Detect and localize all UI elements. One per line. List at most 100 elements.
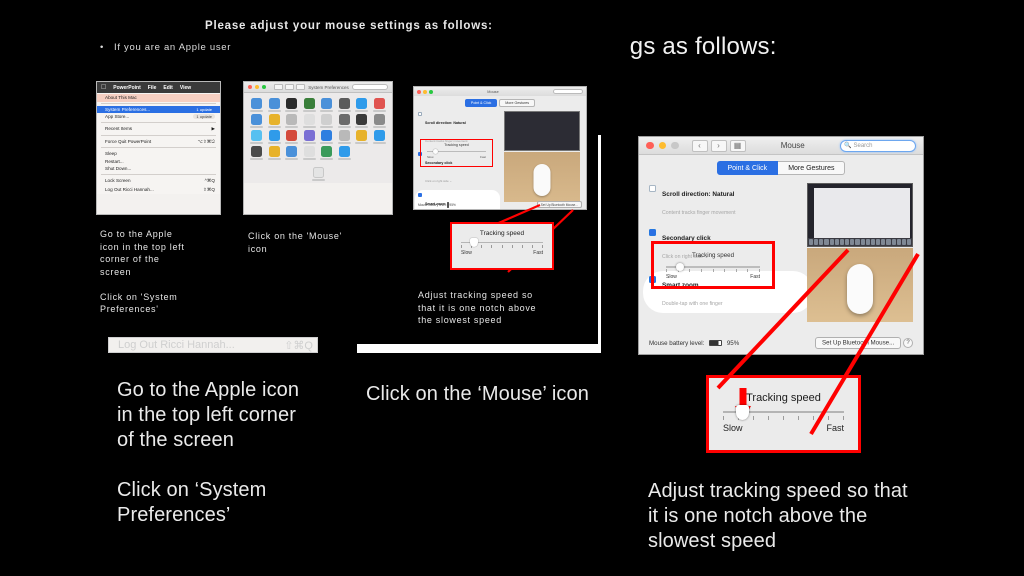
preference-icon-cell xyxy=(301,98,319,112)
preference-icon-label xyxy=(267,142,281,144)
zoom-icon xyxy=(429,89,433,94)
minimize-icon[interactable] xyxy=(658,141,666,150)
checkbox-icon[interactable] xyxy=(649,228,656,236)
search-input[interactable]: 🔍 Search xyxy=(840,139,916,152)
preference-icon xyxy=(321,114,333,125)
preference-icon-label xyxy=(337,142,351,144)
preference-icon-label xyxy=(320,126,334,128)
letterbox-right xyxy=(940,0,1024,576)
preference-icon xyxy=(286,146,298,157)
menu-divider xyxy=(101,134,216,136)
tracking-speed-slider xyxy=(461,238,543,247)
menubar-item-view: View xyxy=(174,84,191,91)
update-badge: 1 update xyxy=(193,114,215,120)
tracking-speed-label: Tracking speed xyxy=(479,230,525,237)
zoom-icon xyxy=(262,85,266,89)
close-icon xyxy=(248,85,252,89)
preferences-icon-grid xyxy=(244,93,392,165)
preference-icon-cell xyxy=(336,98,354,112)
search-input xyxy=(352,84,388,90)
preference-icon-cell xyxy=(266,98,284,112)
demo-screen xyxy=(807,183,913,247)
preference-icon-cell xyxy=(318,130,336,144)
menu-item-shut-down: Shut Down... xyxy=(105,166,132,172)
window-title: System Preferences xyxy=(308,84,349,90)
tab-bar[interactable]: Point & Click More Gestures xyxy=(639,161,923,175)
caption-step-1: Go to the Apple icon in the top left cor… xyxy=(117,379,300,526)
menu-item-log-out: Log Out Ricci Hannah... ⇧⌘Q xyxy=(105,186,215,192)
preference-icon-cell xyxy=(283,98,301,112)
slide-title-large-hidden: Please adjust your mouse settin xyxy=(283,33,630,60)
close-icon[interactable] xyxy=(646,141,654,150)
preference-icon xyxy=(373,114,385,125)
nav-buttons xyxy=(274,84,305,90)
menu-divider xyxy=(101,103,216,105)
nav-buttons[interactable]: ‹ › ▦ xyxy=(691,139,746,152)
preference-icon-cell xyxy=(318,114,336,128)
tracking-speed-label: Tracking speed xyxy=(444,143,469,147)
menu-divider xyxy=(101,122,216,124)
search-icon: 🔍 xyxy=(844,143,852,149)
checkbox-icon xyxy=(418,112,422,117)
preference-icon-label xyxy=(302,158,316,160)
preference-icon xyxy=(338,114,350,125)
preference-icon-cell xyxy=(248,146,266,160)
slide-title-large: Please adjust your mouse settings as fol… xyxy=(90,33,970,61)
menu-item-lock-screen: Lock Screen ^⌘Q xyxy=(105,178,215,184)
preference-icon xyxy=(373,130,385,141)
preference-icon-label xyxy=(302,110,316,112)
menu-item-about-this-mac: About This Mac xyxy=(97,94,220,102)
preference-icon-label xyxy=(337,110,351,112)
tracking-speed-highlight-small: Tracking speed Slow Fast xyxy=(420,139,493,167)
preference-icon xyxy=(286,130,298,141)
forward-button[interactable]: › xyxy=(710,139,727,152)
tab-more-gestures[interactable]: More Gestures xyxy=(778,161,846,175)
preference-icon-label xyxy=(372,110,386,112)
preference-icon-label xyxy=(320,158,334,160)
show-all-button[interactable]: ▦ xyxy=(729,139,746,152)
preference-icon xyxy=(286,98,298,109)
caption-step-3: Adjust tracking speed so that it is one … xyxy=(648,480,908,552)
caption-step-2: Click on the ‘Mouse’ icon xyxy=(366,383,589,405)
menu-item-app-store: App Store... 1 update xyxy=(97,113,220,121)
menubar-app-name: PowerPoint xyxy=(108,84,141,91)
preference-icon xyxy=(303,114,315,125)
preference-icon-cell xyxy=(371,130,389,144)
preference-icon-label xyxy=(372,142,386,144)
preference-icon xyxy=(303,146,315,157)
zoom-icon[interactable] xyxy=(671,141,679,150)
preference-icon-label xyxy=(285,126,299,128)
window-titlebar: Mouse xyxy=(414,87,586,96)
preference-icon xyxy=(268,146,280,157)
menubar-item-edit: Edit xyxy=(158,84,172,91)
apple-menu-dropdown: About This Mac System Preferences... 1 u… xyxy=(97,93,220,194)
demo-desk xyxy=(504,152,580,203)
demo-screen-content xyxy=(814,188,910,238)
preference-icon xyxy=(321,130,333,141)
tracking-speed-slider xyxy=(427,148,486,154)
preference-icon-cell xyxy=(301,130,319,144)
system-preferences-screenshot-small: System Preferences xyxy=(243,81,393,215)
apple-menu-screenshot-small:  PowerPoint File Edit View About This M… xyxy=(96,81,221,215)
menubar-item-file: File xyxy=(142,84,157,91)
slider-tick xyxy=(531,245,533,248)
partial-render-fragment-menu-text: Log Out Ricci Hannah... ⇧⌘Q xyxy=(118,339,313,352)
preference-icon-label xyxy=(337,126,351,128)
preference-icon-label xyxy=(267,110,281,112)
preference-icon xyxy=(373,98,385,109)
preference-icon-label xyxy=(267,158,281,160)
option-scroll-direction[interactable]: Scroll direction: Natural Content tracks… xyxy=(649,183,797,219)
tab-point-and-click[interactable]: Point & Click xyxy=(716,161,779,175)
tab-point-and-click: Point & Click xyxy=(464,99,498,108)
menu-item-restart: Restart... xyxy=(105,158,124,164)
window-titlebar: ‹ › ▦ Mouse 🔍 Search xyxy=(639,137,923,155)
back-button[interactable]: ‹ xyxy=(691,139,708,152)
slider-knob xyxy=(470,238,479,247)
preference-icon xyxy=(251,114,263,125)
window-titlebar: System Preferences xyxy=(244,82,392,93)
preference-icon-cell xyxy=(266,130,284,144)
slider-tick xyxy=(511,245,513,248)
checkbox-icon[interactable] xyxy=(649,184,656,192)
preference-icon xyxy=(321,98,333,109)
callout-connector-lines xyxy=(716,248,920,436)
